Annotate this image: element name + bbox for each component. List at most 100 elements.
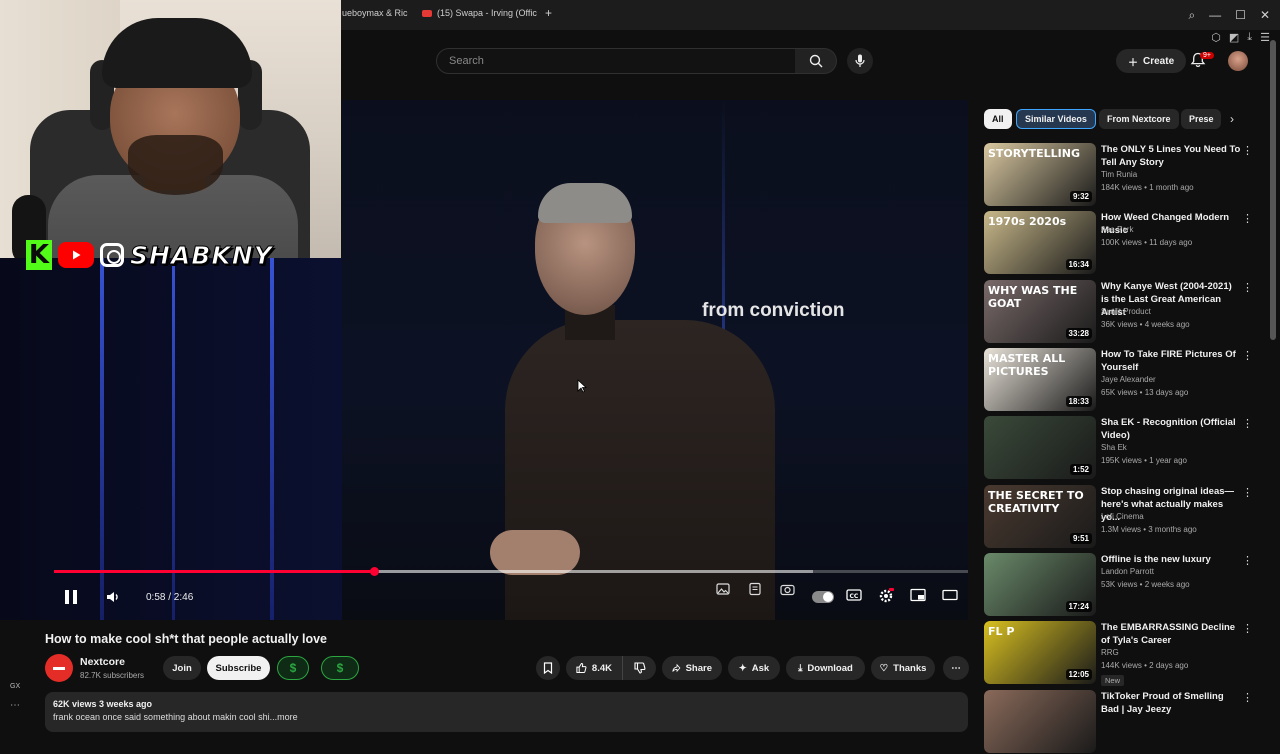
more-dots-icon[interactable]: ⋯	[10, 700, 20, 711]
recommendation-title[interactable]: The EMBARRASSING Decline of Tyla's Caree…	[1101, 621, 1241, 647]
progress-scrubber[interactable]	[369, 567, 379, 576]
recommendation-item[interactable]: 1970s 2020s 16:34 How Weed Changed Modern …	[984, 211, 1274, 275]
more-vertical-icon[interactable]: ⋮	[1242, 281, 1253, 294]
recommendation-item[interactable]: WHY WAS THE GOAT 33:28 Why Kanye West (200…	[984, 280, 1274, 344]
chevron-right-icon[interactable]: ›	[1230, 112, 1234, 126]
menu-icon[interactable]: ☰	[1260, 31, 1270, 44]
browser-tab-active[interactable]: (15) Swapa - Irving (Offic	[422, 8, 537, 18]
share-button[interactable]: Share	[662, 656, 722, 680]
download-button[interactable]: ⤓ Download	[786, 656, 865, 680]
video-thumbnail[interactable]	[984, 690, 1096, 753]
close-icon[interactable]: ✕	[1260, 8, 1270, 23]
channel-name[interactable]: Nextcore	[80, 656, 125, 668]
search-tabs-icon[interactable]: ⌕	[1188, 8, 1195, 23]
recommendation-channel[interactable]: Lofi Cinema	[1101, 512, 1144, 521]
chip-presentation[interactable]: Prese	[1181, 109, 1221, 129]
profile-icon[interactable]: ◩	[1229, 31, 1239, 44]
recommendation-title[interactable]: Offline is the new luxury	[1101, 553, 1241, 566]
more-vertical-icon[interactable]: ⋮	[1242, 622, 1253, 635]
video-thumbnail[interactable]: WHY WAS THE GOAT 33:28	[984, 280, 1096, 343]
download-icon: ⤓	[798, 662, 803, 674]
recommendation-title[interactable]: Sha EK - Recognition (Official Video)	[1101, 416, 1241, 442]
super-thanks-button[interactable]: $	[277, 656, 309, 680]
recommendation-item[interactable]: STORYTELLING 9:32 The ONLY 5 Lines You Nee…	[984, 143, 1274, 207]
recommendation-channel[interactable]: Sunlit Product	[1101, 307, 1151, 316]
ask-button[interactable]: ✦ Ask	[728, 656, 780, 680]
recommendation-channel[interactable]: Landon Parrott	[1101, 567, 1154, 576]
channel-avatar[interactable]	[45, 654, 73, 682]
recommendation-item[interactable]: THE SECRET TO CREATIVITY 9:51 Stop chasing…	[984, 485, 1274, 549]
duration-badge: 18:33	[1065, 396, 1092, 407]
pause-button[interactable]	[62, 588, 80, 606]
thumbnail-text: MASTER ALL PICTURES	[988, 352, 1066, 378]
video-thumbnail[interactable]: 1970s 2020s 16:34	[984, 211, 1096, 274]
video-thumbnail[interactable]: 1:52	[984, 416, 1096, 479]
recommendation-item[interactable]: 1:52 Sha EK - Recognition (Official Video…	[984, 416, 1274, 480]
recommendation-title[interactable]: How To Take FIRE Pictures Of Yourself	[1101, 348, 1241, 374]
recommendation-item[interactable]: MASTER ALL PICTURES 18:33 How To Take FIRE…	[984, 348, 1274, 412]
create-button[interactable]: ＋ Create	[1116, 49, 1187, 73]
recommendation-channel[interactable]: Jaye Alexander	[1101, 375, 1156, 384]
recommendation-channel[interactable]: RRG	[1101, 648, 1119, 657]
recommendation-channel[interactable]: Sha Ek	[1101, 443, 1127, 452]
settings-button[interactable]	[878, 588, 894, 604]
notes-button[interactable]	[748, 582, 762, 596]
volume-button[interactable]	[105, 588, 123, 606]
miniplayer-button[interactable]	[910, 588, 926, 602]
theater-mode-button[interactable]	[942, 588, 958, 602]
more-vertical-icon[interactable]: ⋮	[1242, 144, 1253, 157]
more-vertical-icon[interactable]: ⋮	[1242, 212, 1253, 225]
more-vertical-icon[interactable]: ⋮	[1242, 554, 1253, 567]
recommendation-meta: 53K views • 2 weeks ago	[1101, 580, 1190, 589]
subscribe-button[interactable]: Subscribe	[207, 656, 270, 680]
screenshot-button[interactable]	[780, 582, 795, 596]
thumbnail-button[interactable]	[716, 582, 730, 596]
more-vertical-icon[interactable]: ⋮	[1242, 486, 1253, 499]
video-thumbnail[interactable]: 17:24	[984, 553, 1096, 616]
join-button[interactable]: Join	[163, 656, 201, 680]
more-vertical-icon[interactable]: ⋮	[1242, 417, 1253, 430]
extensions-icon[interactable]: ⬡	[1211, 31, 1221, 44]
more-actions-button[interactable]: ⋯	[943, 656, 969, 680]
donate-button[interactable]: $	[321, 656, 359, 680]
thanks-button[interactable]: ♡ Thanks	[871, 656, 935, 680]
recommendation-title[interactable]: TikToker Proud of Smelling Bad | Jay Jee…	[1101, 690, 1241, 716]
recommendation-item[interactable]: 17:24 Offline is the new luxury Landon Par…	[984, 553, 1274, 617]
more-horizontal-icon: ⋯	[951, 662, 961, 674]
time-display: 0:58 / 2:46	[146, 592, 194, 603]
recommendation-title[interactable]: The ONLY 5 Lines You Need To Tell Any St…	[1101, 143, 1241, 169]
miniplayer-icon	[910, 588, 926, 602]
gear-icon	[879, 588, 894, 603]
video-thumbnail[interactable]: THE SECRET TO CREATIVITY 9:51	[984, 485, 1096, 548]
save-button[interactable]	[536, 656, 560, 680]
user-avatar[interactable]	[1228, 51, 1248, 71]
recommendation-item[interactable]: TikToker Proud of Smelling Bad | Jay Jee…	[984, 690, 1274, 754]
download-icon[interactable]: ⤓	[1247, 31, 1252, 44]
recommendation-item[interactable]: FL P 12:05 The EMBARRASSING Decline of Tyl…	[984, 621, 1274, 686]
scrollbar[interactable]	[1270, 40, 1276, 340]
minimize-icon[interactable]: —	[1209, 8, 1221, 23]
autoplay-toggle[interactable]	[812, 591, 834, 603]
voice-search-button[interactable]	[847, 48, 873, 74]
chip-all[interactable]: All	[984, 109, 1012, 129]
browser-tab[interactable]: ueboymax & Ric	[342, 8, 408, 18]
video-thumbnail[interactable]: STORYTELLING 9:32	[984, 143, 1096, 206]
search-input[interactable]: Search	[436, 48, 796, 74]
recommendation-meta: 1.3M views • 3 months ago	[1101, 525, 1197, 534]
more-vertical-icon[interactable]: ⋮	[1242, 691, 1253, 704]
chip-from-nextcore[interactable]: From Nextcore	[1099, 109, 1179, 129]
duration-badge: 1:52	[1069, 464, 1092, 475]
maximize-icon[interactable]: ☐	[1235, 8, 1246, 23]
new-tab-button[interactable]: +	[545, 6, 552, 20]
captions-button[interactable]: CC	[846, 588, 862, 602]
recommendation-channel[interactable]: Tim Runia	[1101, 170, 1137, 179]
recommendation-channel[interactable]: Asa Park	[1101, 225, 1133, 234]
youtube-logo-icon	[58, 242, 94, 268]
video-thumbnail[interactable]: FL P 12:05	[984, 621, 1096, 684]
chip-similar-videos[interactable]: Similar Videos	[1016, 109, 1096, 129]
dislike-button[interactable]	[622, 656, 656, 680]
like-button[interactable]: 8.4K	[566, 656, 622, 680]
video-thumbnail[interactable]: MASTER ALL PICTURES 18:33	[984, 348, 1096, 411]
more-vertical-icon[interactable]: ⋮	[1242, 349, 1253, 362]
search-button[interactable]	[795, 48, 837, 74]
